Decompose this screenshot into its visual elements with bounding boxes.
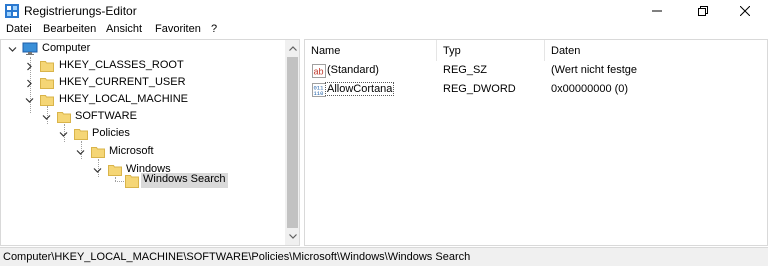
values-list[interactable]: Name Typ Daten ab (Standard) REG_SZ (Wer… — [304, 39, 768, 246]
computer-icon — [22, 42, 38, 55]
key-tree[interactable]: Computer HKEY_CLASSES_ROOT HKEY_CURRENT_… — [0, 39, 300, 246]
folder-icon — [40, 78, 54, 89]
menu-help[interactable]: ? — [211, 23, 217, 35]
menu-datei[interactable]: Datei — [6, 23, 32, 35]
status-bar: Computer\HKEY_LOCAL_MACHINE\SOFTWARE\Pol… — [0, 247, 768, 266]
folder-icon — [40, 61, 54, 72]
value-data: 0x00000000 (0) — [551, 83, 629, 95]
value-type: REG_SZ — [443, 64, 488, 76]
folder-icon — [57, 112, 71, 123]
list-item[interactable]: 011 110 AllowCortana REG_DWORD 0x0000000… — [305, 81, 767, 99]
list-item[interactable]: ab (Standard) REG_SZ (Wert nicht festge — [305, 62, 767, 80]
chevron-down-icon[interactable] — [8, 45, 17, 54]
folder-icon — [74, 129, 88, 140]
string-value-icon: ab — [312, 64, 326, 78]
menu-favoriten[interactable]: Favoriten — [155, 23, 201, 35]
tree-item-hkey-current-user[interactable]: HKEY_CURRENT_USER — [57, 76, 188, 88]
close-button[interactable] — [722, 0, 768, 22]
title-bar: Registrierungs-Editor — [0, 0, 768, 22]
folder-icon — [40, 95, 54, 106]
tree-item-microsoft[interactable]: Microsoft — [107, 145, 156, 157]
tree-item-computer[interactable]: Computer — [40, 42, 92, 54]
window-title: Registrierungs-Editor — [24, 4, 137, 18]
tree-item-policies[interactable]: Policies — [90, 127, 132, 139]
restore-icon — [698, 6, 708, 16]
folder-open-icon — [125, 175, 139, 188]
chevron-down-icon[interactable] — [42, 113, 51, 122]
chevron-down-icon[interactable] — [76, 148, 85, 157]
tree-item-windows-search[interactable]: Windows Search — [141, 173, 228, 188]
value-name: AllowCortana — [325, 82, 395, 96]
dword-value-icon: 011 110 — [312, 83, 326, 97]
regedit-app-icon — [5, 4, 19, 18]
column-header-data[interactable]: Daten — [545, 40, 767, 61]
chevron-right-icon[interactable] — [25, 62, 34, 71]
menu-bearbeiten[interactable]: Bearbeiten — [43, 23, 96, 35]
column-header-type[interactable]: Typ — [437, 40, 545, 61]
chevron-down-icon[interactable] — [93, 166, 102, 175]
maximize-button[interactable] — [680, 0, 726, 22]
close-icon — [740, 6, 750, 16]
folder-icon — [108, 165, 122, 176]
chevron-down-icon[interactable] — [25, 96, 34, 105]
menu-bar: Datei Bearbeiten Ansicht Favoriten ? — [0, 22, 768, 39]
svg-text:ab: ab — [314, 67, 324, 77]
value-data: (Wert nicht festge — [551, 64, 637, 76]
menu-ansicht[interactable]: Ansicht — [106, 23, 142, 35]
folder-icon — [91, 147, 105, 158]
chevron-down-icon[interactable] — [59, 130, 68, 139]
current-key-path: Computer\HKEY_LOCAL_MACHINE\SOFTWARE\Pol… — [3, 251, 471, 263]
scroll-thumb[interactable] — [287, 57, 298, 228]
chevron-right-icon[interactable] — [25, 79, 34, 88]
minimize-button[interactable] — [634, 0, 680, 22]
value-name: (Standard) — [327, 64, 379, 76]
tree-item-software[interactable]: SOFTWARE — [73, 110, 139, 122]
tree-scrollbar[interactable] — [285, 40, 299, 245]
tree-connector — [115, 181, 124, 182]
chevron-up-icon — [288, 46, 297, 51]
value-type: REG_DWORD — [443, 83, 516, 95]
chevron-down-icon — [288, 234, 297, 239]
svg-text:110: 110 — [314, 90, 324, 97]
scroll-down-button[interactable] — [285, 228, 299, 245]
tree-item-hkey-classes-root[interactable]: HKEY_CLASSES_ROOT — [57, 59, 186, 71]
column-header-name[interactable]: Name — [305, 40, 437, 61]
minimize-icon — [652, 10, 662, 12]
tree-item-hkey-local-machine[interactable]: HKEY_LOCAL_MACHINE — [57, 93, 190, 105]
scroll-up-button[interactable] — [285, 40, 299, 57]
